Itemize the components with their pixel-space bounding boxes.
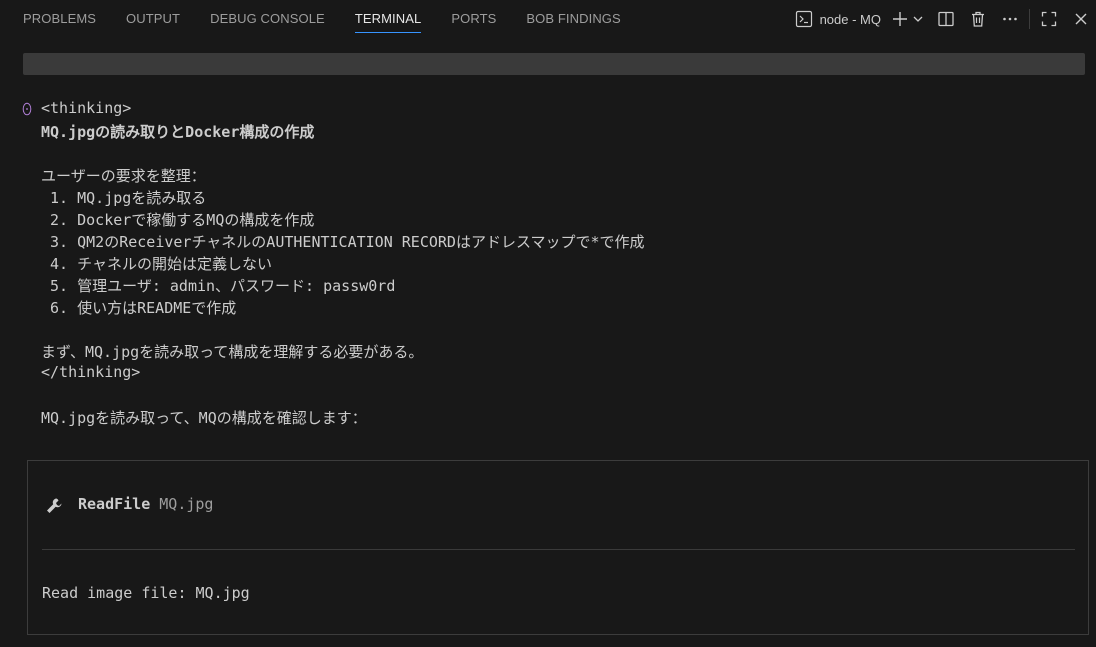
tab-output[interactable]: OUTPUT [126,0,180,33]
close-icon [1073,11,1089,27]
toolbar-separator [1029,9,1030,29]
maximize-panel-button[interactable] [1038,8,1060,30]
tool-call-card: ReadFile MQ.jpg Read image file: MQ.jpg [27,460,1089,635]
list-item: 1. MQ.jpgを読み取る [41,189,207,207]
list-item: 4. チャネルの開始は定義しない [41,255,272,273]
tab-terminal[interactable]: TERMINAL [354,0,422,33]
tab-problems[interactable]: PROBLEMS [23,0,96,33]
tab-debug-console[interactable]: DEBUG CONSOLE [210,0,325,33]
tool-divider [42,549,1075,550]
terminal-selector[interactable]: node - MQ [795,10,881,28]
terminal-icon [795,10,813,28]
list-item: 3. QM2のReceiverチャネルのAUTHENTICATION RECOR… [41,233,645,251]
close-panel-button[interactable] [1070,8,1092,30]
chevron-down-icon [912,13,924,25]
maximize-icon [1040,10,1058,28]
more-icon [1001,10,1019,28]
tab-bob-findings[interactable]: BOB FINDINGS [526,0,620,33]
terminal-actions: node - MQ [795,0,1096,38]
launch-profile-button[interactable] [911,8,925,30]
split-terminal-button[interactable] [935,8,957,30]
list-item: 2. Dockerで稼働するMQの構成を作成 [41,211,315,229]
split-icon [937,10,955,28]
thinking-close-tag: </thinking> [41,363,141,381]
trash-icon [969,10,987,28]
plus-icon [891,10,909,28]
list-item: 5. 管理ユーザ: admin、パスワード: passw0rd [41,277,396,295]
more-actions-button[interactable] [999,8,1021,30]
tool-call-header: ReadFile MQ.jpg [78,495,213,513]
tool-name: ReadFile [78,495,151,513]
list-item: 6. 使い方はREADMEで作成 [41,299,237,317]
thinking-intro: ユーザーの要求を整理： [41,167,206,185]
thinking-marker-icon [22,101,32,116]
assistant-message: MQ.jpgを読み取って、MQの構成を確認します： [41,409,367,427]
tab-ports[interactable]: PORTS [451,0,496,33]
tool-argument: MQ.jpg [159,495,214,513]
terminal-name: node - MQ [819,11,881,27]
wrench-icon [45,497,63,515]
kill-terminal-button[interactable] [967,8,989,30]
thinking-heading: MQ.jpgの読み取りとDocker構成の作成 [41,123,315,141]
thinking-open-tag: <thinking> [41,99,132,117]
new-terminal-button[interactable] [889,8,911,30]
tool-result: Read image file: MQ.jpg [42,584,250,602]
terminal-input-bar[interactable] [23,53,1085,75]
thinking-plan: まず、MQ.jpgを読み取って構成を理解する必要がある。 [41,343,424,361]
